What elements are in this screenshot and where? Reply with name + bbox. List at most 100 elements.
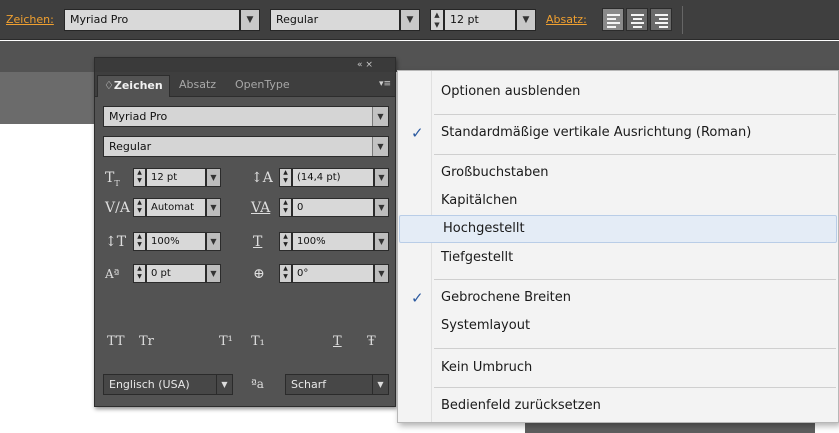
antialias-icon: ªa xyxy=(251,377,264,391)
chevron-down-icon[interactable]: ▼ xyxy=(206,198,221,217)
menu-item-tiefgestellt[interactable]: Tiefgestellt xyxy=(398,244,838,272)
strikethrough-button[interactable]: Ŧ xyxy=(367,334,376,349)
menu-item-label: Tiefgestellt xyxy=(441,250,514,265)
menu-item-label: Kapitälchen xyxy=(441,193,518,208)
leading-stepper[interactable]: ▲ ▼ xyxy=(279,168,292,187)
menu-item-label: Gebrochene Breiten xyxy=(441,290,572,305)
tab-opentype[interactable]: OpenType xyxy=(229,75,296,97)
menu-item-label: Bedienfeld zurücksetzen xyxy=(441,398,601,413)
language-select[interactable]: Englisch (USA) ▼ xyxy=(103,374,233,395)
kerning-icon: V/A xyxy=(105,200,130,216)
horizontal-scale-stepper[interactable]: ▲ ▼ xyxy=(279,232,292,251)
align-center-icon[interactable] xyxy=(626,8,648,31)
rotation-stepper[interactable]: ▲ ▼ xyxy=(279,264,292,283)
font-family-dropdown-arrow[interactable]: ▼ xyxy=(240,9,260,31)
menu-item-label: Standardmäßige vertikale Ausrichtung (Ro… xyxy=(441,125,752,140)
superscript-button[interactable]: T¹ xyxy=(219,334,233,349)
small-caps-button[interactable]: Tr xyxy=(139,334,154,349)
chevron-down-icon[interactable]: ▼ xyxy=(372,137,388,156)
tracking-field[interactable]: 0 xyxy=(292,198,374,217)
toolbar-separator xyxy=(682,6,683,34)
menu-separator xyxy=(434,387,836,388)
leading-field[interactable]: (14,4 pt) xyxy=(292,168,374,187)
font-style-dropdown-arrow[interactable]: ▼ xyxy=(400,9,420,31)
workspace-area-bottom xyxy=(525,423,815,433)
chevron-down-icon[interactable]: ▼ xyxy=(206,232,221,251)
panel-flyout-menu: Optionen ausblenden ✓ Standardmäßige ver… xyxy=(397,70,839,423)
horizontal-scale-icon: T xyxy=(253,234,263,250)
leading-icon: ↕A xyxy=(251,170,273,186)
menu-item-label: Kein Umbruch xyxy=(441,360,533,375)
chevron-down-icon[interactable]: ▼ xyxy=(206,168,221,187)
menu-item-label: Optionen ausblenden xyxy=(441,84,581,99)
workspace-area xyxy=(0,72,94,124)
character-panel: « × ♢Zeichen Absatz OpenType ▾≡ Myriad P… xyxy=(94,57,396,407)
menu-item-systemlayout[interactable]: Systemlayout xyxy=(398,312,838,340)
font-size-field[interactable]: 12 pt xyxy=(146,168,206,187)
align-right-icon[interactable] xyxy=(650,8,672,31)
checkmark-icon: ✓ xyxy=(411,124,424,142)
chevron-down-icon[interactable]: ▼ xyxy=(374,264,389,283)
checkmark-icon: ✓ xyxy=(411,289,424,307)
underline-button[interactable]: T xyxy=(333,334,342,349)
chevron-down-icon[interactable]: ▼ xyxy=(374,168,389,187)
absatz-link[interactable]: Absatz: xyxy=(546,13,587,26)
menu-item-label: Systemlayout xyxy=(441,318,531,333)
chevron-down-icon[interactable]: ▼ xyxy=(374,232,389,251)
panel-collapse-close-icons[interactable]: « × xyxy=(357,58,373,72)
menu-item-bedienfeld-zuruecksetzen[interactable]: Bedienfeld zurücksetzen xyxy=(398,392,838,420)
menu-separator xyxy=(434,114,836,115)
control-bar: Zeichen: Myriad Pro ▼ Regular ▼ ▲ ▼ 12 pt… xyxy=(0,0,839,40)
align-left-icon[interactable] xyxy=(602,8,624,31)
font-family-select[interactable]: Myriad Pro xyxy=(64,9,240,31)
menu-item-label: Großbuchstaben xyxy=(441,165,549,180)
font-size-stepper[interactable]: ▲ ▼ xyxy=(133,168,146,187)
menu-item-optionen-ausblenden[interactable]: Optionen ausblenden xyxy=(398,78,838,106)
chevron-down-icon[interactable]: ▼ xyxy=(206,264,221,283)
font-size-stepper[interactable]: ▲ ▼ xyxy=(430,9,444,31)
baseline-shift-icon: Aª xyxy=(105,267,120,281)
panel-font-style-value: Regular xyxy=(109,140,152,153)
menu-separator xyxy=(434,279,836,280)
menu-separator xyxy=(434,348,836,349)
kerning-field[interactable]: Automat xyxy=(146,198,206,217)
panel-font-style-select[interactable]: Regular ▼ xyxy=(103,136,389,157)
rotation-field[interactable]: 0° xyxy=(292,264,374,283)
panel-titlebar[interactable]: « × xyxy=(95,58,395,72)
chevron-down-icon[interactable]: ▼ xyxy=(374,198,389,217)
menu-item-kapitaelchen[interactable]: Kapitälchen xyxy=(398,187,838,215)
menu-separator xyxy=(434,154,836,155)
font-size-dropdown-arrow[interactable]: ▼ xyxy=(516,9,536,31)
menu-item-hochgestellt[interactable]: Hochgestellt xyxy=(399,215,837,243)
kerning-stepper[interactable]: ▲ ▼ xyxy=(133,198,146,217)
chevron-down-icon[interactable]: ▼ xyxy=(372,375,388,394)
menu-item-label: Hochgestellt xyxy=(443,221,525,236)
subscript-button[interactable]: T₁ xyxy=(251,334,265,349)
vertical-scale-icon: ↕T xyxy=(105,234,127,250)
panel-font-family-value: Myriad Pro xyxy=(109,110,168,123)
vertical-scale-field[interactable]: 100% xyxy=(146,232,206,251)
tracking-icon: VA xyxy=(251,200,271,216)
zeichen-link[interactable]: Zeichen: xyxy=(6,13,54,26)
panel-menu-icon[interactable]: ▾≡ xyxy=(379,79,391,89)
panel-font-family-select[interactable]: Myriad Pro ▼ xyxy=(103,106,389,127)
horizontal-scale-field[interactable]: 100% xyxy=(292,232,374,251)
rotation-icon: ⊕ xyxy=(253,266,265,282)
antialias-select[interactable]: Scharf ▼ xyxy=(285,374,389,395)
vertical-scale-stepper[interactable]: ▲ ▼ xyxy=(133,232,146,251)
baseline-shift-stepper[interactable]: ▲ ▼ xyxy=(133,264,146,283)
baseline-shift-field[interactable]: 0 pt xyxy=(146,264,206,283)
font-style-select[interactable]: Regular xyxy=(270,9,400,31)
language-value: Englisch (USA) xyxy=(109,378,190,391)
all-caps-button[interactable]: TT xyxy=(107,334,125,349)
menu-item-vertikale-ausrichtung[interactable]: ✓ Standardmäßige vertikale Ausrichtung (… xyxy=(398,119,838,147)
tracking-stepper[interactable]: ▲ ▼ xyxy=(279,198,292,217)
tab-absatz[interactable]: Absatz xyxy=(173,75,222,97)
tab-zeichen[interactable]: ♢Zeichen xyxy=(97,75,170,97)
menu-item-grossbuchstaben[interactable]: Großbuchstaben xyxy=(398,159,838,187)
font-size-field[interactable]: 12 pt xyxy=(444,9,516,31)
chevron-down-icon[interactable]: ▼ xyxy=(372,107,388,126)
menu-item-kein-umbruch[interactable]: Kein Umbruch xyxy=(398,354,838,382)
chevron-down-icon[interactable]: ▼ xyxy=(216,375,232,394)
menu-item-gebrochene-breiten[interactable]: ✓ Gebrochene Breiten xyxy=(398,284,838,312)
